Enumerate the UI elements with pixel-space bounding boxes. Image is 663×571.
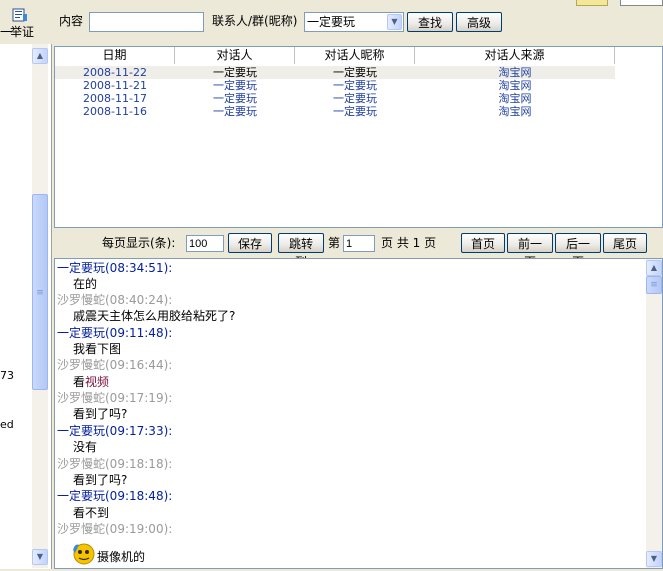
save-button[interactable]: 保存 — [228, 233, 272, 253]
sender-line: 沙罗慢蛇(09:16:44): — [57, 358, 173, 372]
message-text: 戚震天主体怎么用胶给粘死了? — [73, 309, 236, 323]
sender-line: 沙罗慢蛇(09:18:18): — [57, 457, 173, 471]
column-header-date[interactable]: 日期 — [55, 47, 175, 64]
per-page-label: 每页显示(条): — [102, 236, 176, 250]
page-prefix: 第 — [328, 236, 341, 250]
left-scrollbar[interactable]: ▲ ≡ ▼ — [32, 44, 48, 568]
scroll-thumb[interactable]: ≡ — [646, 276, 662, 294]
date-cell: 2008-11-16 — [83, 105, 147, 118]
column-header-person[interactable]: 对话人 — [175, 47, 295, 64]
person-cell: 一定要玩 — [213, 105, 257, 118]
scroll-down-icon[interactable]: ▼ — [646, 551, 662, 567]
date-cell: 2008-11-17 — [83, 92, 147, 105]
emoticon-icon — [71, 541, 97, 565]
per-page-input[interactable] — [186, 235, 224, 252]
table-row[interactable]: 2008-11-17 一定要玩 一定要玩 淘宝网 — [55, 92, 615, 105]
partial-text: ed — [0, 418, 14, 431]
sender-line: 一定要玩(09:17:33): — [57, 424, 173, 438]
content-input[interactable] — [89, 12, 204, 32]
last-page-button[interactable]: 尾页 — [603, 233, 647, 253]
chevron-down-icon[interactable]: ▼ — [387, 14, 402, 30]
sender-line: 沙罗慢蛇(09:19:00): — [57, 522, 173, 536]
report-icon[interactable] — [12, 8, 28, 22]
scroll-up-icon[interactable]: ▲ — [32, 48, 48, 64]
column-header-nickname[interactable]: 对话人昵称 — [295, 47, 415, 64]
message-text: 在的 — [73, 277, 98, 291]
next-page-button[interactable]: 后一页 — [555, 233, 601, 269]
content-label: 内容 — [59, 14, 84, 28]
left-panel: 73 ed ▲ ≡ ▼ — [0, 44, 52, 569]
message-text-part: 摄像机的 — [97, 550, 146, 564]
column-header-source[interactable]: 对话人来源 — [415, 47, 615, 64]
source-cell: 淘宝网 — [498, 66, 532, 79]
toolbar: 一 举证 内容 联系人/群(昵称) 一定要玩 ▼ 查找 高级 — [0, 0, 663, 44]
table-row[interactable]: 2008-11-22 一定要玩 一定要玩 淘宝网 — [55, 66, 615, 79]
nickname-cell: 一定要玩 — [333, 66, 377, 79]
session-grid: 日期 对话人 对话人昵称 对话人来源 2008-11-22 一定要玩 一定要玩 … — [54, 46, 663, 228]
person-cell: 一定要玩 — [213, 79, 257, 92]
partial-text: 73 — [0, 369, 14, 382]
message-text-part: 看 — [73, 375, 86, 389]
search-button[interactable]: 查找 — [407, 12, 453, 32]
nickname-cell: 一定要玩 — [333, 105, 377, 118]
scroll-up-icon[interactable]: ▲ — [646, 260, 662, 276]
person-cell: 一定要玩 — [213, 66, 257, 79]
table-row[interactable]: 2008-11-16 一定要玩 一定要玩 淘宝网 — [55, 105, 615, 118]
person-cell: 一定要玩 — [213, 92, 257, 105]
message-text: 没有 — [73, 440, 98, 454]
nickname-cell: 一定要玩 — [333, 92, 377, 105]
message-text: 摄像机的 — [71, 541, 145, 567]
partial-yellow-button[interactable] — [576, 0, 608, 6]
scroll-thumb[interactable]: ≡ — [32, 194, 48, 390]
partial-white-button[interactable] — [620, 0, 663, 6]
source-cell: 淘宝网 — [498, 105, 532, 118]
sender-line: 一定要玩(09:11:48): — [57, 326, 173, 340]
jump-button[interactable]: 跳转到 — [278, 233, 324, 269]
contact-select[interactable]: 一定要玩 ▼ — [304, 12, 404, 32]
message-text: 看到了吗? — [73, 473, 128, 487]
prev-page-button[interactable]: 前一页 — [507, 233, 553, 269]
scroll-down-icon[interactable]: ▼ — [32, 549, 48, 565]
chat-scrollbar[interactable]: ▲ ≡ ▼ — [646, 259, 662, 568]
nickname-cell: 一定要玩 — [333, 79, 377, 92]
page-suffix: 页 共 1 页 — [381, 236, 437, 250]
report-label[interactable]: 举证 — [10, 24, 34, 40]
contact-label: 联系人/群(昵称) — [212, 14, 298, 28]
source-cell: 淘宝网 — [498, 92, 532, 105]
contact-select-value: 一定要玩 — [307, 15, 356, 29]
message-text: 看到了吗? — [73, 407, 128, 421]
message-text: 我看下图 — [73, 342, 122, 356]
date-cell: 2008-11-21 — [83, 79, 147, 92]
advanced-button[interactable]: 高级 — [456, 12, 502, 32]
source-cell: 淘宝网 — [498, 79, 532, 92]
sender-line: 沙罗慢蛇(08:40:24): — [57, 293, 173, 307]
date-cell: 2008-11-22 — [83, 66, 147, 79]
video-link[interactable]: 视频 — [85, 375, 109, 389]
message-text: 看视频 — [73, 374, 109, 390]
first-page-button[interactable]: 首页 — [461, 233, 505, 253]
sender-line: 一定要玩(09:18:48): — [57, 489, 173, 503]
pager-bar: 每页显示(条): 保存 跳转到 第 页 共 1 页 首页 前一页 后一页 尾页 — [54, 230, 663, 269]
sender-line: 一定要玩(08:34:51): — [57, 261, 173, 275]
sender-line: 沙罗慢蛇(09:17:19): — [57, 391, 173, 405]
message-text: 看不到 — [73, 506, 110, 520]
page-input[interactable] — [343, 235, 375, 252]
chat-log: 一定要玩(08:34:51): 在的 沙罗慢蛇(08:40:24): 戚震天主体… — [54, 258, 663, 569]
table-row[interactable]: 2008-11-21 一定要玩 一定要玩 淘宝网 — [55, 79, 615, 92]
